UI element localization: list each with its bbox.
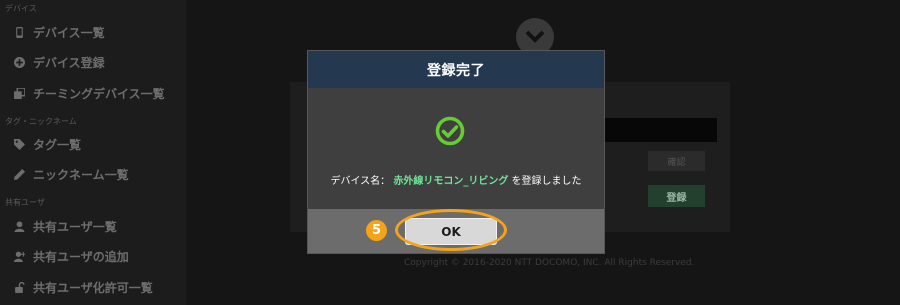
dialog-title: 登録完了 xyxy=(308,51,604,88)
sidebar-item-tag-list[interactable]: タグ一覧 xyxy=(14,136,81,153)
sidebar-item-label: 共有ユーザ一覧 xyxy=(33,220,117,234)
dialog-footer: 5 OK xyxy=(308,209,604,253)
clone-icon xyxy=(14,88,25,99)
sidebar-item-share-add[interactable]: 共有ユーザの追加 xyxy=(14,248,129,265)
sidebar-item-share-permit[interactable]: 共有ユーザ化許可一覧 xyxy=(14,279,153,296)
check-button[interactable]: 確認 xyxy=(648,151,705,171)
sidebar-item-nickname-list[interactable]: ニックネーム一覧 xyxy=(14,166,129,183)
copyright: Copyright © 2016-2020 NTT DOCOMO, INC. A… xyxy=(404,258,695,268)
sidebar-item-device-list[interactable]: デバイス一覧 xyxy=(14,24,105,41)
dialog-message: デバイス名： 赤外線リモコン_リビング を登録しました xyxy=(308,172,604,187)
sidebar-item-label: タグ一覧 xyxy=(33,138,82,152)
sidebar-item-label: 共有ユーザ化許可一覧 xyxy=(33,281,153,295)
user-plus-icon xyxy=(14,251,25,262)
tags-icon xyxy=(14,139,25,150)
message-suffix: を登録しました xyxy=(511,176,582,187)
sidebar-item-label: デバイス一覧 xyxy=(33,26,105,40)
register-button[interactable]: 登録 xyxy=(648,185,705,207)
phone-icon xyxy=(16,27,23,38)
ok-button[interactable]: OK xyxy=(405,218,497,245)
message-prefix: デバイス名： xyxy=(330,176,391,187)
check-circle-icon xyxy=(435,116,465,146)
sidebar-item-label: ニックネーム一覧 xyxy=(33,168,129,182)
sidebar-item-share-list[interactable]: 共有ユーザ一覧 xyxy=(14,218,117,235)
chevron-down-icon xyxy=(525,30,545,43)
sidebar-item-label: チーミングデバイス一覧 xyxy=(33,87,165,101)
sidebar-section-share: 共有ユーザ xyxy=(5,198,45,207)
device-name: 赤外線リモコン_リビング xyxy=(393,176,509,187)
pencil-icon xyxy=(14,169,25,180)
sidebar-item-teaming-list[interactable]: チーミングデバイス一覧 xyxy=(14,85,165,102)
sidebar-item-label: 共有ユーザの追加 xyxy=(33,250,129,264)
sidebar: デバイス デバイス一覧 デバイス登録 チーミングデバイス一覧 タグ・ニックネーム… xyxy=(0,0,186,305)
device-name-input[interactable] xyxy=(592,118,717,142)
sidebar-item-label: デバイス登録 xyxy=(33,56,105,70)
registration-complete-dialog: 登録完了 デバイス名： 赤外線リモコン_リビング を登録しました 5 OK xyxy=(307,50,605,254)
sidebar-section-device: デバイス xyxy=(5,4,37,13)
unlock-icon xyxy=(15,282,25,293)
plus-circle-icon xyxy=(14,57,25,68)
user-icon xyxy=(14,221,25,232)
step-number-badge: 5 xyxy=(366,220,387,241)
sidebar-section-tag: タグ・ニックネーム xyxy=(5,117,77,126)
sidebar-item-device-register[interactable]: デバイス登録 xyxy=(14,54,105,71)
dialog-body: デバイス名： 赤外線リモコン_リビング を登録しました xyxy=(308,88,604,209)
